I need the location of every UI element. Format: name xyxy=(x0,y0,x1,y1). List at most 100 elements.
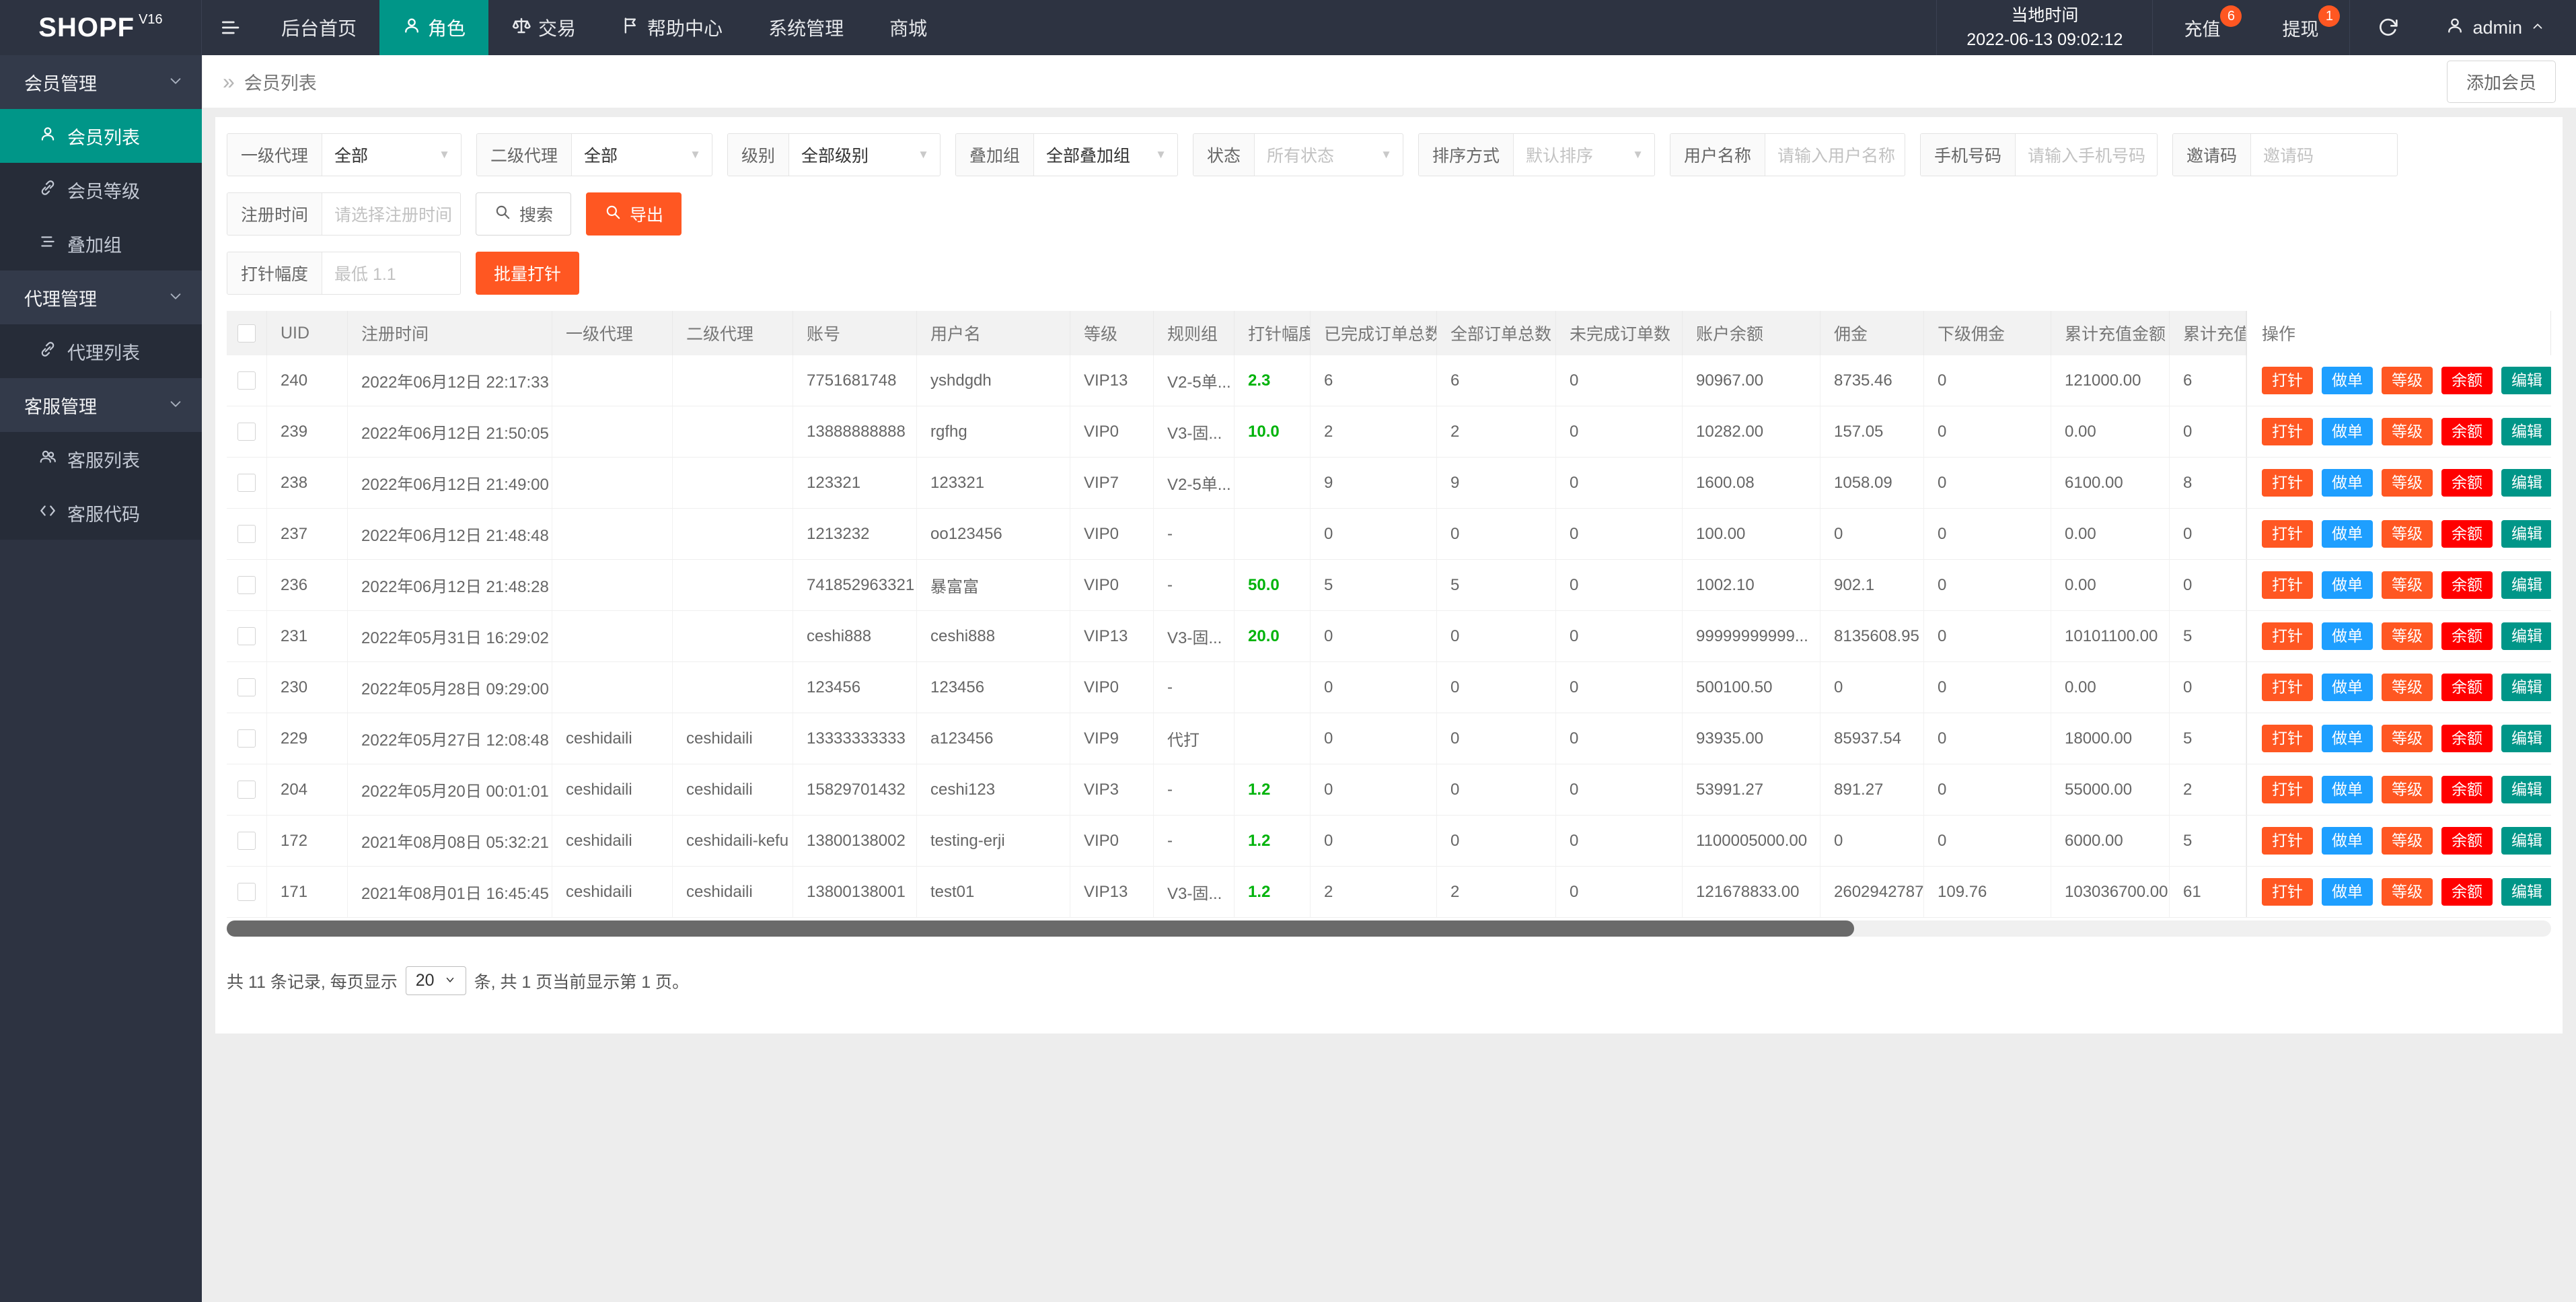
balance-button[interactable]: 余额 xyxy=(2441,878,2493,906)
edit-button[interactable]: 编辑 xyxy=(2501,367,2551,394)
make-order-button[interactable]: 做单 xyxy=(2322,827,2373,855)
row-checkbox[interactable] xyxy=(237,474,256,492)
edit-button[interactable]: 编辑 xyxy=(2501,878,2551,906)
row-checkbox[interactable] xyxy=(237,576,256,594)
edit-button[interactable]: 编辑 xyxy=(2501,469,2551,497)
filter-status-select[interactable]: 状态 所有状态 ▼ xyxy=(1193,133,1403,176)
make-order-button[interactable]: 做单 xyxy=(2322,776,2373,803)
page-size-select[interactable]: 20 xyxy=(406,966,466,995)
sidebar-group-service[interactable]: 客服管理 xyxy=(0,378,202,432)
inject-button[interactable]: 打针 xyxy=(2262,674,2313,701)
inject-button[interactable]: 打针 xyxy=(2262,418,2313,445)
make-order-button[interactable]: 做单 xyxy=(2322,622,2373,650)
sidebar-item-service-code[interactable]: 客服代码 xyxy=(0,486,202,540)
edit-button[interactable]: 编辑 xyxy=(2501,418,2551,445)
balance-button[interactable]: 余额 xyxy=(2441,827,2493,855)
inject-button[interactable]: 打针 xyxy=(2262,469,2313,497)
horizontal-scrollbar[interactable] xyxy=(227,920,2551,937)
balance-button[interactable]: 余额 xyxy=(2441,725,2493,752)
inject-button[interactable]: 打针 xyxy=(2262,571,2313,599)
phone-input[interactable]: 手机号码 请输入手机号码 xyxy=(1920,133,2158,176)
filter-level-select[interactable]: 级别 全部级别 ▼ xyxy=(727,133,941,176)
level-button[interactable]: 等级 xyxy=(2382,776,2433,803)
row-checkbox[interactable] xyxy=(237,832,256,850)
sidebar-group-agents[interactable]: 代理管理 xyxy=(0,270,202,324)
row-checkbox[interactable] xyxy=(237,627,256,645)
balance-button[interactable]: 余额 xyxy=(2441,520,2493,548)
row-checkbox[interactable] xyxy=(237,678,256,696)
level-button[interactable]: 等级 xyxy=(2382,725,2433,752)
edit-button[interactable]: 编辑 xyxy=(2501,520,2551,548)
recharge-button[interactable]: 充值 6 xyxy=(2153,0,2251,55)
row-checkbox[interactable] xyxy=(237,423,256,441)
level-button[interactable]: 等级 xyxy=(2382,367,2433,394)
balance-button[interactable]: 余额 xyxy=(2441,469,2493,497)
filter-agent1-select[interactable]: 一级代理 全部 ▼ xyxy=(227,133,462,176)
scrollbar-thumb[interactable] xyxy=(227,920,1854,937)
make-order-button[interactable]: 做单 xyxy=(2322,418,2373,445)
nav-item-help[interactable]: 帮助中心 xyxy=(599,0,745,55)
inject-button[interactable]: 打针 xyxy=(2262,878,2313,906)
edit-button[interactable]: 编辑 xyxy=(2501,571,2551,599)
level-button[interactable]: 等级 xyxy=(2382,827,2433,855)
make-order-button[interactable]: 做单 xyxy=(2322,367,2373,394)
make-order-button[interactable]: 做单 xyxy=(2322,571,2373,599)
level-button[interactable]: 等级 xyxy=(2382,674,2433,701)
inject-button[interactable]: 打针 xyxy=(2262,622,2313,650)
balance-button[interactable]: 余额 xyxy=(2441,418,2493,445)
add-member-button[interactable]: 添加会员 xyxy=(2447,61,2556,103)
nav-item-trade[interactable]: 交易 xyxy=(488,0,599,55)
sidebar-item-member-level[interactable]: 会员等级 xyxy=(0,163,202,217)
nav-item-role[interactable]: 角色 xyxy=(379,0,488,55)
invite-code-input[interactable]: 邀请码 邀请码 xyxy=(2172,133,2398,176)
make-order-button[interactable]: 做单 xyxy=(2322,725,2373,752)
inject-button[interactable]: 打针 xyxy=(2262,725,2313,752)
sidebar-item-agent-list[interactable]: 代理列表 xyxy=(0,324,202,378)
inject-button[interactable]: 打针 xyxy=(2262,520,2313,548)
row-checkbox[interactable] xyxy=(237,781,256,799)
balance-button[interactable]: 余额 xyxy=(2441,674,2493,701)
filter-sort-select[interactable]: 排序方式 默认排序 ▼ xyxy=(1418,133,1655,176)
balance-button[interactable]: 余额 xyxy=(2441,571,2493,599)
sidebar-item-member-list[interactable]: 会员列表 xyxy=(0,109,202,163)
inject-button[interactable]: 打针 xyxy=(2262,776,2313,803)
level-button[interactable]: 等级 xyxy=(2382,622,2433,650)
register-time-input[interactable]: 注册时间 请选择注册时间 xyxy=(227,192,461,236)
level-button[interactable]: 等级 xyxy=(2382,571,2433,599)
select-all-checkbox[interactable] xyxy=(237,324,256,342)
row-checkbox[interactable] xyxy=(237,729,256,748)
edit-button[interactable]: 编辑 xyxy=(2501,827,2551,855)
edit-button[interactable]: 编辑 xyxy=(2501,622,2551,650)
balance-button[interactable]: 余额 xyxy=(2441,622,2493,650)
nav-item-system[interactable]: 系统管理 xyxy=(745,0,867,55)
level-button[interactable]: 等级 xyxy=(2382,878,2433,906)
username-input[interactable]: 用户名称 请输入用户名称 xyxy=(1670,133,1905,176)
hamburger-icon[interactable] xyxy=(202,0,258,55)
filter-stackgroup-select[interactable]: 叠加组 全部叠加组 ▼ xyxy=(955,133,1178,176)
edit-button[interactable]: 编辑 xyxy=(2501,674,2551,701)
withdraw-button[interactable]: 提现 1 xyxy=(2251,0,2349,55)
sidebar-group-members[interactable]: 会员管理 xyxy=(0,55,202,109)
sidebar-item-service-list[interactable]: 客服列表 xyxy=(0,432,202,486)
make-order-button[interactable]: 做单 xyxy=(2322,878,2373,906)
inject-button[interactable]: 打针 xyxy=(2262,827,2313,855)
inject-button[interactable]: 打针 xyxy=(2262,367,2313,394)
refresh-icon[interactable] xyxy=(2350,0,2425,55)
user-menu[interactable]: admin xyxy=(2425,0,2576,55)
filter-agent2-select[interactable]: 二级代理 全部 ▼ xyxy=(476,133,712,176)
row-checkbox[interactable] xyxy=(237,371,256,390)
edit-button[interactable]: 编辑 xyxy=(2501,725,2551,752)
row-checkbox[interactable] xyxy=(237,525,256,543)
injection-range-input[interactable]: 打针幅度 最低 1.1 xyxy=(227,252,461,295)
nav-item-mall[interactable]: 商城 xyxy=(867,0,950,55)
level-button[interactable]: 等级 xyxy=(2382,520,2433,548)
edit-button[interactable]: 编辑 xyxy=(2501,776,2551,803)
search-button[interactable]: 搜索 xyxy=(476,192,571,236)
level-button[interactable]: 等级 xyxy=(2382,469,2433,497)
export-button[interactable]: 导出 xyxy=(586,192,682,236)
make-order-button[interactable]: 做单 xyxy=(2322,520,2373,548)
level-button[interactable]: 等级 xyxy=(2382,418,2433,445)
batch-inject-button[interactable]: 批量打针 xyxy=(476,252,579,295)
balance-button[interactable]: 余额 xyxy=(2441,776,2493,803)
balance-button[interactable]: 余额 xyxy=(2441,367,2493,394)
